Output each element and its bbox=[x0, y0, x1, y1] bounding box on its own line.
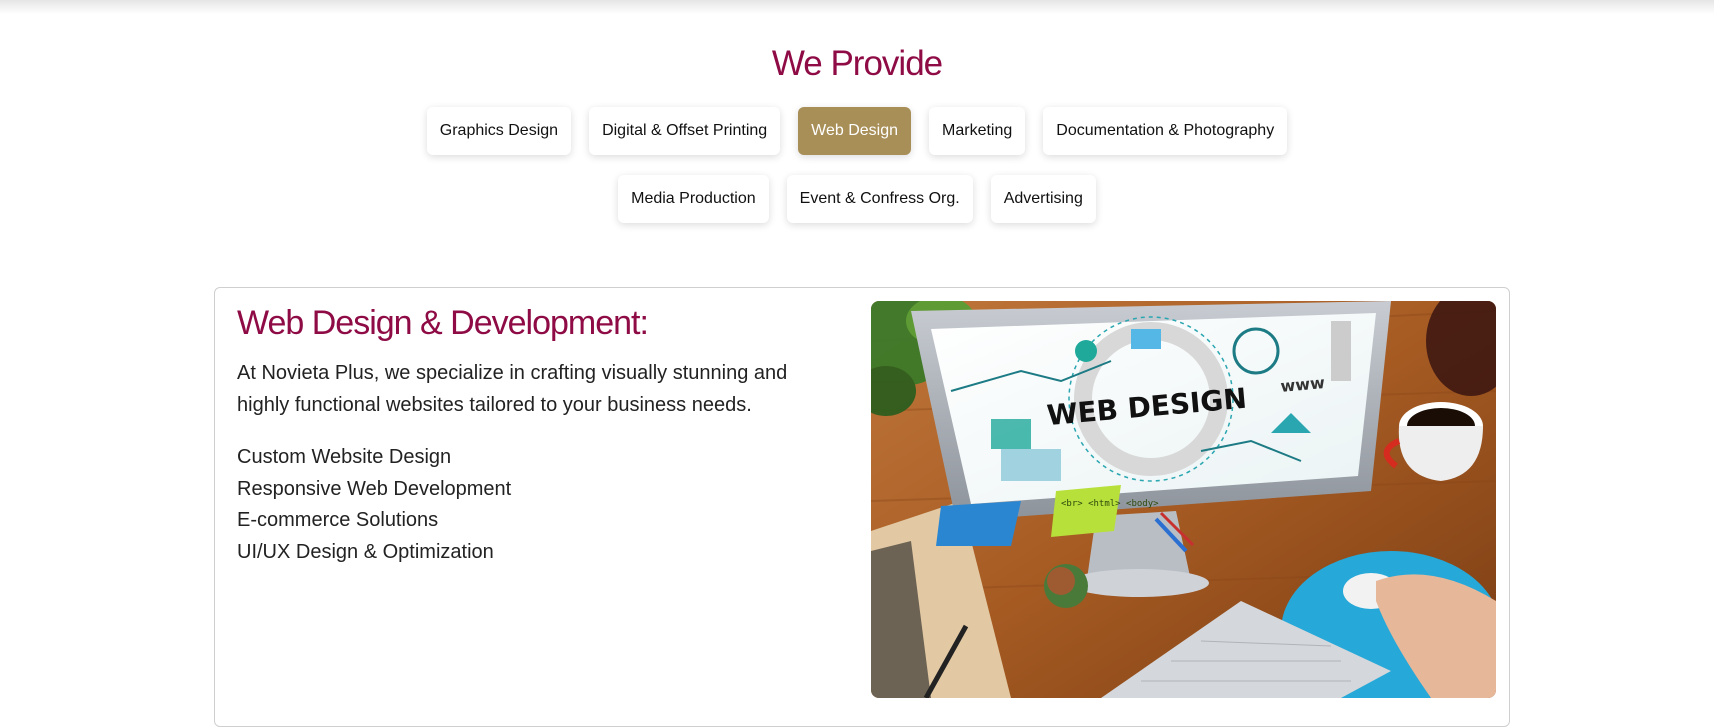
feature-item: UI/UX Design & Optimization bbox=[237, 540, 494, 563]
section-title: We Provide bbox=[771, 44, 943, 83]
tab-media-production[interactable]: Media Production bbox=[618, 175, 769, 223]
panel-description: At Novieta Plus, we specialize in crafti… bbox=[237, 362, 788, 416]
tab-web-design[interactable]: Web Design bbox=[798, 107, 912, 155]
panel-title: Web Design & Development: bbox=[237, 304, 649, 342]
tab-event-confress-org[interactable]: Event & Confress Org. bbox=[786, 175, 973, 223]
service-detail-panel: Web Design & Development: At Novieta Plu… bbox=[214, 287, 1510, 727]
tab-graphics-design[interactable]: Graphics Design bbox=[426, 107, 572, 155]
feature-item: E-commerce Solutions bbox=[237, 509, 439, 531]
services-tabs-row-1: Graphics Design Digital & Offset Printin… bbox=[0, 107, 1714, 155]
tab-advertising[interactable]: Advertising bbox=[990, 175, 1096, 223]
www-text: www bbox=[1280, 373, 1326, 396]
tab-digital-offset-printing[interactable]: Digital & Offset Printing bbox=[589, 107, 781, 155]
tab-marketing[interactable]: Marketing bbox=[929, 107, 1026, 155]
note-text: <br> <html> <body> bbox=[1061, 499, 1159, 509]
feature-list: Custom Website Design Responsive Web Dev… bbox=[237, 442, 511, 568]
feature-item: Custom Website Design bbox=[237, 446, 452, 468]
web-design-photo: WEB DESIGN www <br> <html> <body> bbox=[871, 301, 1496, 698]
header-shadow bbox=[0, 0, 1714, 14]
feature-item: Responsive Web Development bbox=[237, 477, 512, 500]
tab-documentation-photography[interactable]: Documentation & Photography bbox=[1043, 107, 1288, 155]
services-tabs-row-2: Media Production Event & Confress Org. A… bbox=[0, 175, 1714, 223]
